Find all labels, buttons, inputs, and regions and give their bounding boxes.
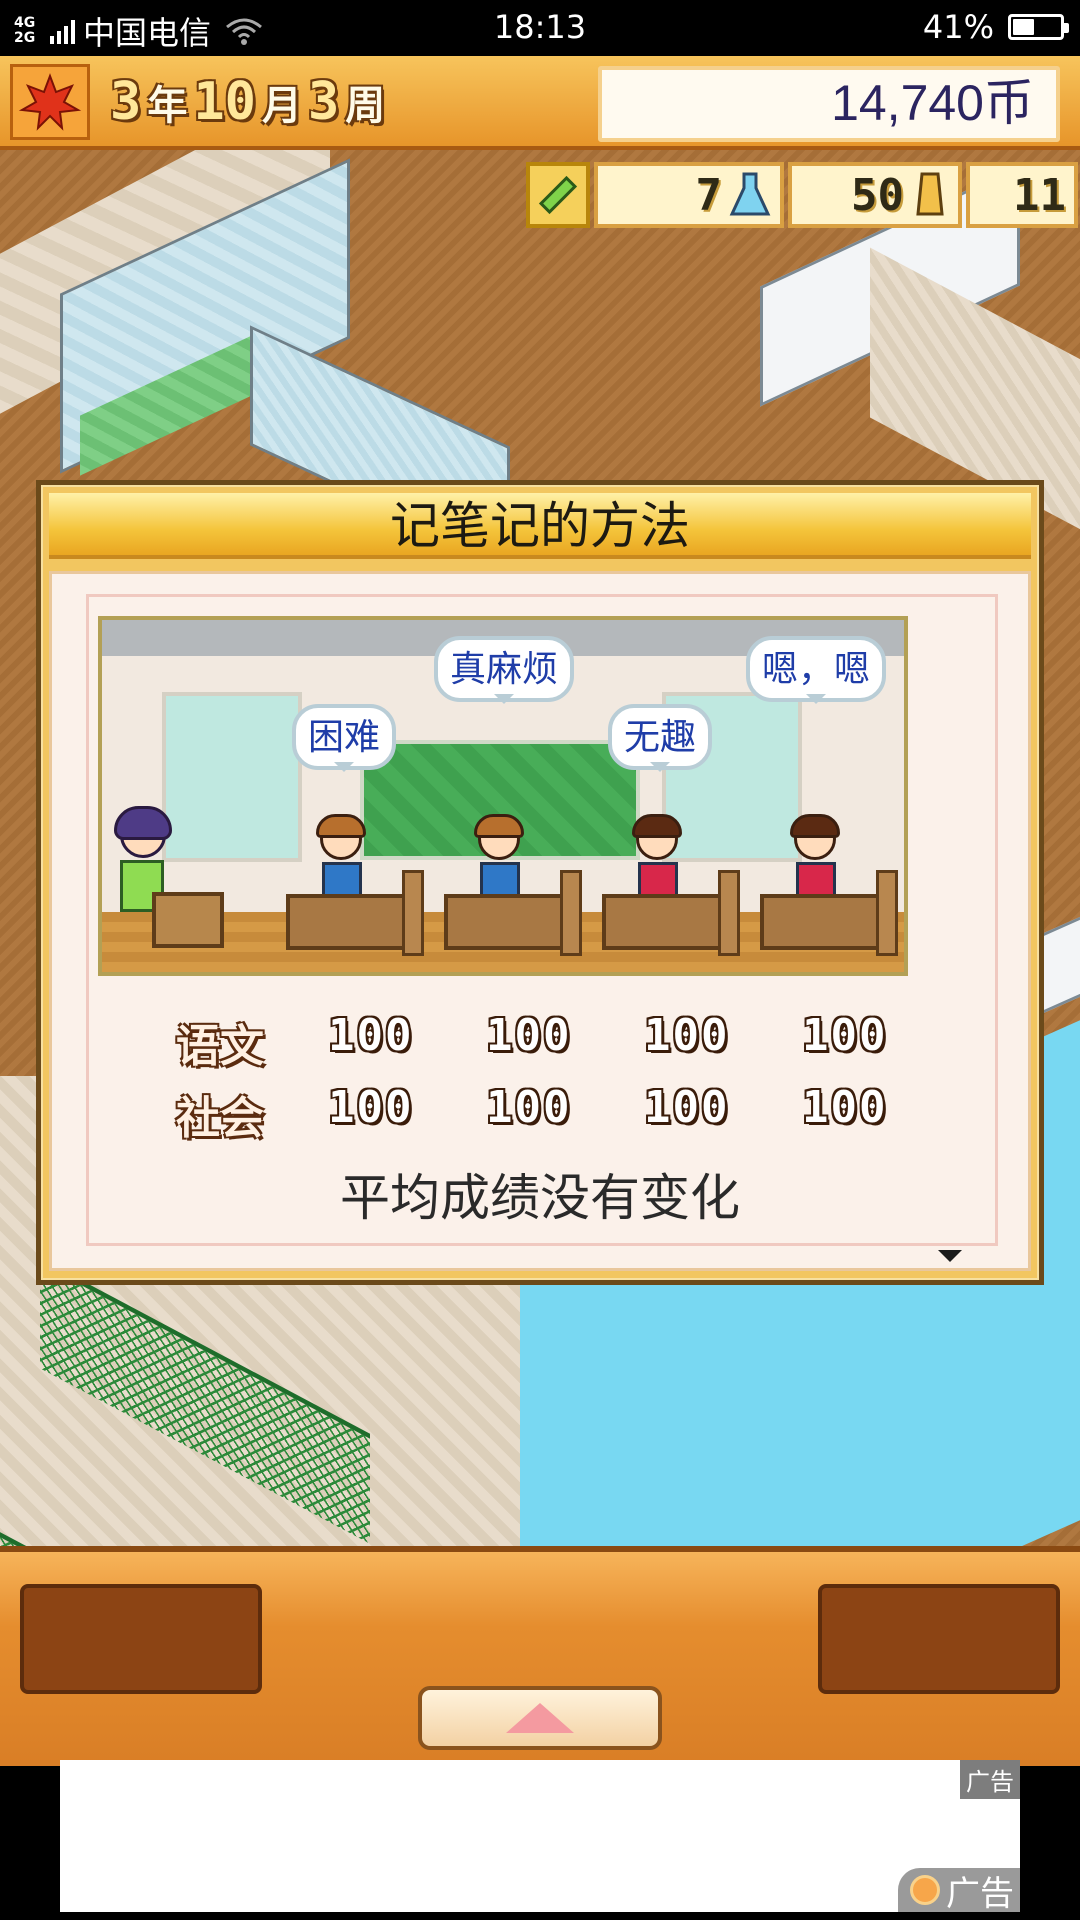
speech-bubble: 无趣	[608, 704, 713, 772]
battery-icon	[1008, 14, 1069, 40]
score-row: 社会	[176, 1082, 276, 1146]
score-value: 100	[802, 1010, 888, 1061]
stat-research: 7	[594, 162, 784, 228]
score-value: 100	[486, 1010, 572, 1061]
score-row: 语文	[176, 1010, 276, 1074]
week-unit: 周	[345, 83, 386, 129]
score-value: 100	[486, 1082, 572, 1133]
left-slot-button[interactable]	[20, 1584, 262, 1694]
battery-percent: 41%	[922, 8, 994, 46]
ad-label: 广告	[960, 1760, 1020, 1799]
teacher-podium	[152, 892, 224, 948]
continue-arrow-icon[interactable]	[938, 1250, 962, 1262]
score-value: 100	[328, 1010, 414, 1061]
year-unit: 年	[147, 83, 188, 129]
subject-label: 社会	[176, 1093, 264, 1144]
ad-badge[interactable]: 广告	[898, 1868, 1020, 1914]
month-unit: 月	[261, 83, 302, 129]
result-message: 平均成绩没有变化	[340, 1169, 740, 1227]
pencil-icon[interactable]	[526, 162, 590, 228]
stat-points-value: 50	[851, 169, 904, 221]
speech-bubble: 嗯，嗯	[746, 636, 887, 704]
week-number: 3	[307, 72, 340, 132]
speech-bubble: 困难	[292, 704, 397, 772]
student-desk	[602, 870, 740, 956]
score-value: 100	[644, 1010, 730, 1061]
right-slot-button[interactable]	[818, 1584, 1060, 1694]
bottom-toolbar	[0, 1546, 1080, 1766]
classroom-scene: 困难 真麻烦 无趣 嗯，嗯	[98, 616, 908, 976]
dialog-title: 记笔记的方法	[49, 493, 1031, 559]
top-hud: 3 年 10 月 3 周 14,740币	[0, 56, 1080, 150]
money-display[interactable]: 14,740币	[598, 66, 1060, 142]
ad-banner[interactable]: 广告 广告	[60, 1760, 1020, 1914]
month-number: 10	[193, 72, 256, 132]
sun-logo-icon	[910, 1875, 940, 1905]
stat-other: 11	[966, 162, 1078, 228]
up-arrow-icon	[506, 1703, 574, 1733]
clock: 18:13	[493, 8, 587, 46]
score-value: 100	[644, 1082, 730, 1133]
student-desk	[760, 870, 898, 956]
stat-research-value: 7	[695, 169, 723, 221]
stat-points: 50	[788, 162, 962, 228]
autumn-leaf-icon[interactable]	[10, 64, 90, 140]
speech-bubble: 真麻烦	[434, 636, 575, 704]
flask-icon	[729, 172, 771, 216]
resource-bar: 7 50 11	[526, 162, 1078, 228]
window	[162, 692, 302, 862]
score-value: 100	[328, 1082, 414, 1133]
game-date: 3 年 10 月 3 周	[110, 72, 385, 132]
year-number: 3	[110, 72, 142, 132]
status-bar: 4G 2G 中国电信 18:13 41%	[0, 0, 1080, 56]
subject-label: 语文	[176, 1021, 264, 1072]
menu-up-button[interactable]	[418, 1686, 662, 1750]
trophy-icon	[916, 172, 944, 216]
score-value: 100	[802, 1082, 888, 1133]
stat-other-value: 11	[1013, 169, 1066, 221]
student-desk	[286, 870, 424, 956]
ad-badge-label: 广告	[946, 1873, 1014, 1914]
student-desk	[444, 870, 582, 956]
